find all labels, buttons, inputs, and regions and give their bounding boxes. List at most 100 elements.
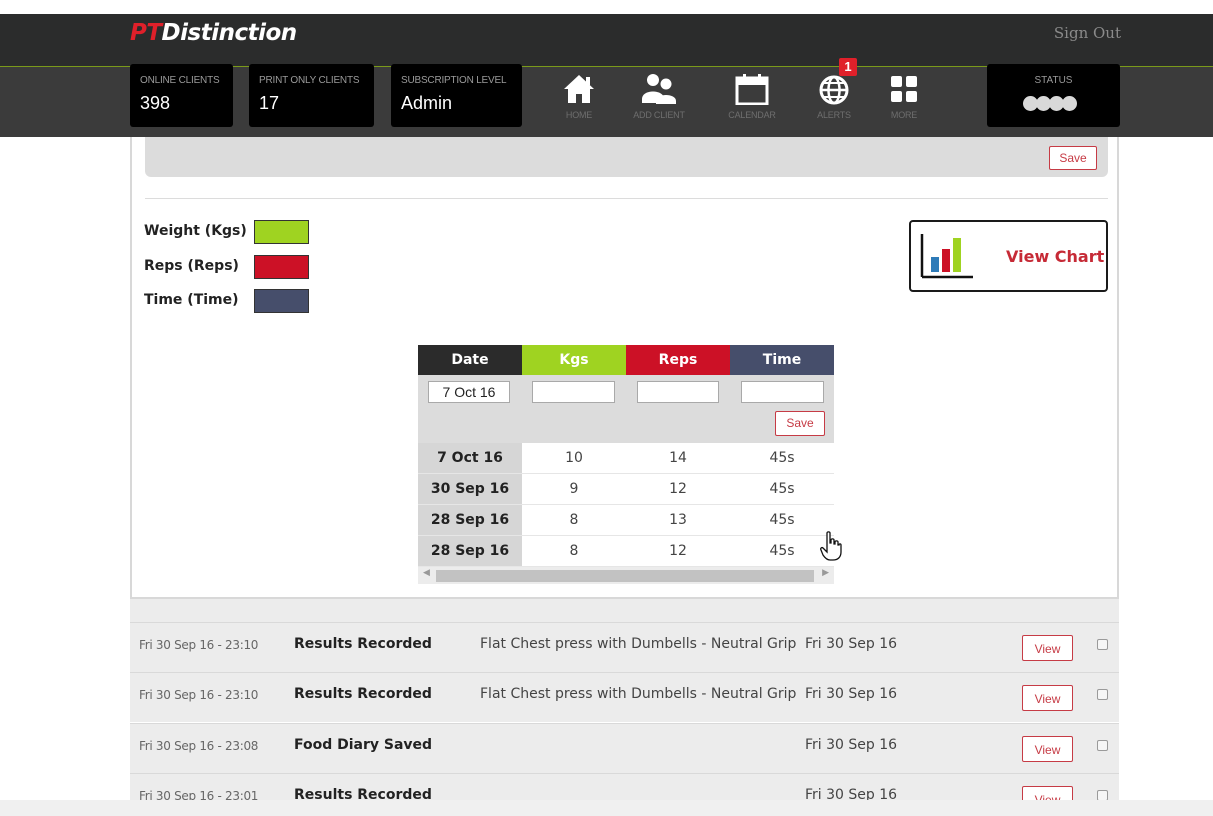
col-date: Date xyxy=(418,345,522,375)
view-chart-label: View Chart xyxy=(1006,247,1105,266)
calendar-icon xyxy=(707,72,797,106)
cell-kgs: 8 xyxy=(569,512,579,528)
cell-date: 28 Sep 16 xyxy=(418,505,522,535)
legend-time-label: Time (Time) xyxy=(144,292,239,308)
divider xyxy=(145,198,1108,199)
legend-reps-label: Reps (Reps) xyxy=(144,258,239,274)
stat-subscription-level[interactable]: SUBSCRIPTION LEVEL Admin xyxy=(391,64,522,127)
results-panel: Save Weight (Kgs) Reps (Reps) Time (Time… xyxy=(130,137,1119,599)
cell-reps: 13 xyxy=(669,512,687,528)
logo-text: Distinction xyxy=(161,20,298,46)
scroll-right-icon[interactable]: ▶ xyxy=(822,568,829,578)
logo[interactable]: PTDistinction xyxy=(130,20,297,46)
table-row: 30 Sep 16 9 12 45s xyxy=(418,474,834,505)
activity-date: Fri 30 Sep 16 xyxy=(805,686,898,702)
top-save-button[interactable]: Save xyxy=(1049,146,1097,170)
nav-more[interactable]: MORE xyxy=(859,64,949,127)
cell-date: 7 Oct 16 xyxy=(418,443,522,473)
activity-date: Fri 30 Sep 16 xyxy=(805,737,898,753)
bottom-strip xyxy=(0,800,1213,816)
bar-chart-icon xyxy=(919,232,975,284)
row-checkbox[interactable] xyxy=(1097,689,1108,700)
scrollbar-thumb[interactable] xyxy=(436,570,814,582)
results-table: Date Kgs Reps Time 7 Oct 16 Save 7 Oct 1… xyxy=(418,345,834,584)
activity-timestamp: Fri 30 Sep 16 - 23:10 xyxy=(139,688,259,702)
legend-reps-swatch xyxy=(254,255,309,279)
sign-out-link[interactable]: Sign Out xyxy=(1054,24,1121,42)
time-input[interactable] xyxy=(741,381,824,403)
cell-date: 28 Sep 16 xyxy=(418,536,522,566)
users-icon xyxy=(614,72,704,106)
top-strip xyxy=(0,0,1213,14)
scroll-left-icon[interactable]: ◀ xyxy=(423,568,430,578)
view-button[interactable]: View xyxy=(1022,685,1073,711)
nav-calendar[interactable]: CALENDAR xyxy=(707,64,797,127)
table-row: 28 Sep 16 8 13 45s xyxy=(418,505,834,536)
stat-online-clients[interactable]: ONLINE CLIENTS 398 xyxy=(130,64,233,127)
activity-timestamp: Fri 30 Sep 16 - 23:10 xyxy=(139,638,259,652)
legend-weight-label: Weight (Kgs) xyxy=(144,223,247,239)
row-checkbox[interactable] xyxy=(1097,740,1108,751)
nav-label: HOME xyxy=(565,110,593,120)
view-button[interactable]: View xyxy=(1022,736,1073,762)
status-indicator xyxy=(1023,96,1077,111)
status-label: STATUS xyxy=(1034,75,1073,86)
activity-timestamp: Fri 30 Sep 16 - 23:08 xyxy=(139,739,259,753)
hand-cursor-icon xyxy=(820,531,842,565)
nav-label: CALENDAR xyxy=(728,110,776,120)
status-box[interactable]: STATUS xyxy=(987,64,1120,127)
table-row: 7 Oct 16 10 14 45s xyxy=(418,443,834,474)
home-icon xyxy=(534,72,624,106)
grid-icon xyxy=(859,72,949,106)
cell-reps: 14 xyxy=(669,450,687,466)
logo-pt: PT xyxy=(130,20,162,46)
stat-value: 398 xyxy=(140,93,171,113)
new-entry-row: 7 Oct 16 Save xyxy=(418,375,834,443)
cell-time: 45s xyxy=(769,481,795,497)
stat-label: ONLINE CLIENTS xyxy=(140,75,220,86)
nav-home[interactable]: HOME xyxy=(534,64,624,127)
col-reps: Reps xyxy=(626,345,730,375)
cell-kgs: 9 xyxy=(569,481,579,497)
activity-type: Food Diary Saved xyxy=(294,737,433,753)
legend-weight-swatch xyxy=(254,220,309,244)
stat-value: 17 xyxy=(259,93,280,113)
alerts-badge: 1 xyxy=(839,58,857,76)
nav-label: ADD CLIENT xyxy=(633,110,685,120)
table-header: Date Kgs Reps Time xyxy=(418,345,834,375)
entry-save-button[interactable]: Save xyxy=(775,411,825,436)
stat-label: PRINT ONLY CLIENTS xyxy=(259,75,360,86)
cell-reps: 12 xyxy=(669,543,687,559)
stat-print-only-clients[interactable]: PRINT ONLY CLIENTS 17 xyxy=(249,64,374,127)
table-scrollbar[interactable]: ◀ ▶ xyxy=(418,567,834,584)
activity-description: Flat Chest press with Dumbells - Neutral… xyxy=(480,636,797,652)
date-input[interactable]: 7 Oct 16 xyxy=(428,381,510,403)
activity-type: Results Recorded xyxy=(294,636,432,652)
kgs-input[interactable] xyxy=(532,381,615,403)
activity-row: Fri 30 Sep 16 - 23:10 Results Recorded F… xyxy=(130,672,1119,722)
activity-row: Fri 30 Sep 16 - 23:10 Results Recorded F… xyxy=(130,622,1119,672)
col-time: Time xyxy=(730,345,834,375)
legend-time-swatch xyxy=(254,289,309,313)
table-row: 28 Sep 16 8 12 45s xyxy=(418,536,834,567)
cell-time: 45s xyxy=(769,543,795,559)
list-spacer xyxy=(130,599,1119,622)
cell-date: 30 Sep 16 xyxy=(418,474,522,504)
reps-input[interactable] xyxy=(637,381,719,403)
view-chart-button[interactable]: View Chart xyxy=(909,220,1108,292)
activity-date: Fri 30 Sep 16 xyxy=(805,636,898,652)
nav-label: MORE xyxy=(890,110,918,120)
view-button[interactable]: View xyxy=(1022,635,1073,661)
stat-label: SUBSCRIPTION LEVEL xyxy=(401,75,507,86)
cell-kgs: 8 xyxy=(569,543,579,559)
row-checkbox[interactable] xyxy=(1097,639,1108,650)
nav-add-client[interactable]: ADD CLIENT xyxy=(614,64,704,127)
stat-value: Admin xyxy=(401,93,453,113)
activity-row: Fri 30 Sep 16 - 23:08 Food Diary Saved F… xyxy=(130,723,1119,773)
cell-kgs: 10 xyxy=(565,450,583,466)
form-footer-bar: Save xyxy=(145,137,1108,177)
activity-type: Results Recorded xyxy=(294,686,432,702)
cell-reps: 12 xyxy=(669,481,687,497)
cell-time: 45s xyxy=(769,512,795,528)
cell-time: 45s xyxy=(769,450,795,466)
